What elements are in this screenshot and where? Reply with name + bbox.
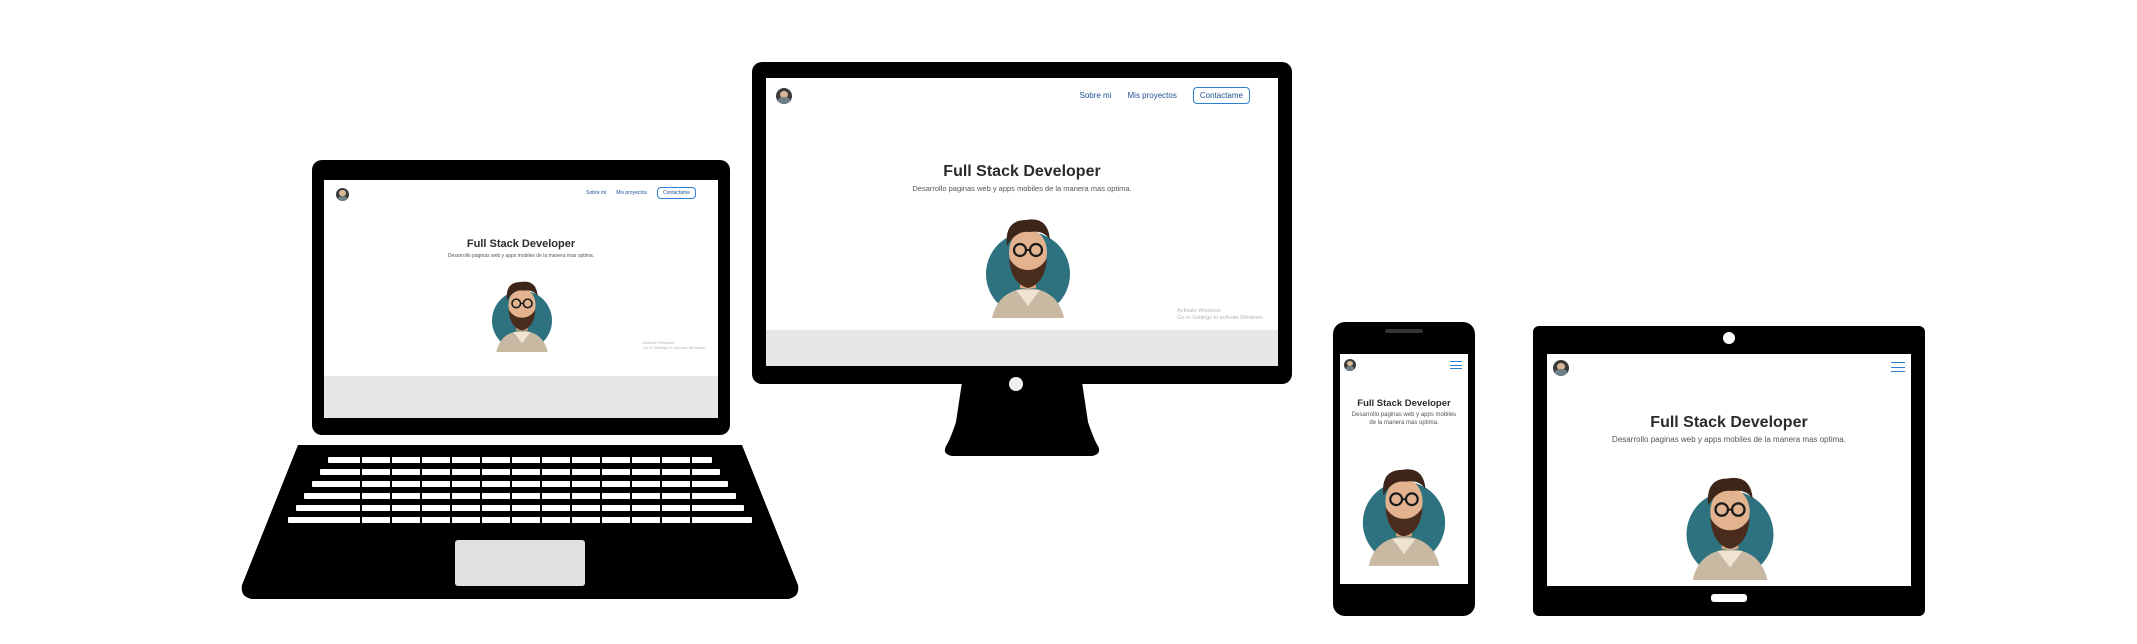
avatar-illustration	[1355, 456, 1453, 566]
site-logo[interactable]	[336, 188, 349, 201]
site-nav: Sobre mi Mis proyectos Contactame	[1079, 87, 1250, 104]
monitor-screen: Sobre mi Mis proyectos Contactame Full S…	[766, 78, 1278, 366]
menu-icon[interactable]	[1450, 361, 1462, 369]
tablet-frame: Full Stack Developer Desarrollo paginas …	[1533, 326, 1925, 616]
menu-icon[interactable]	[1891, 362, 1905, 372]
footer-band	[766, 330, 1278, 366]
laptop-device: Sobre mi Mis proyectos Contactame Full S…	[240, 160, 800, 600]
corner-watermark-line-1: Activate Windows	[1177, 308, 1221, 314]
hero-title: Full Stack Developer	[466, 238, 576, 250]
nav-link-about[interactable]: Sobre mi	[1079, 91, 1111, 100]
avatar-illustration	[1678, 464, 1782, 580]
corner-watermark: Activate Windows Go to Settings to activ…	[643, 340, 706, 350]
avatar-illustration	[486, 272, 558, 352]
hero-subtitle: Desarrollo paginas web y apps mobiles de…	[447, 253, 595, 259]
nav-link-projects[interactable]: Mis proyectos	[1128, 91, 1177, 100]
corner-watermark: Activate Windows Go to Settings to activ…	[1177, 308, 1264, 322]
site-logo[interactable]	[1553, 360, 1569, 376]
tablet-camera	[1723, 332, 1735, 344]
phone-screen: Full Stack Developer Desarrollo paginas …	[1340, 354, 1468, 584]
nav-link-projects[interactable]: Mis proyectos	[616, 190, 647, 196]
phone-speaker	[1385, 329, 1423, 333]
site-nav: Sobre mi Mis proyectos Contactame	[586, 187, 696, 199]
footer-band	[324, 376, 718, 418]
monitor-stand	[944, 377, 1100, 456]
phone-frame: Full Stack Developer Desarrollo paginas …	[1333, 322, 1475, 616]
hero-subtitle: Desarrollo paginas web y apps mobiles de…	[1351, 412, 1457, 426]
hero-subtitle: Desarrollo paginas web y apps mobiles de…	[912, 184, 1132, 193]
hero-subtitle: Desarrollo paginas web y apps mobiles de…	[1612, 435, 1846, 444]
tablet-screen: Full Stack Developer Desarrollo paginas …	[1547, 354, 1911, 586]
phone-device: Full Stack Developer Desarrollo paginas …	[1333, 322, 1475, 616]
corner-watermark-line-2: Go to Settings to activate Windows.	[1177, 314, 1264, 321]
corner-watermark-line-2: Go to Settings to activate Windows.	[642, 345, 706, 350]
nav-contact-button[interactable]: Contactame	[1192, 87, 1250, 104]
laptop-screen: Sobre mi Mis proyectos Contactame Full S…	[324, 180, 718, 418]
avatar-illustration	[978, 206, 1078, 318]
tablet-home-button	[1711, 594, 1747, 602]
hero-title: Full Stack Developer	[1650, 414, 1808, 431]
hero-title: Full Stack Developer	[1357, 398, 1451, 409]
nav-contact-button[interactable]: Contactame	[657, 187, 696, 199]
hero-title: Full Stack Developer	[943, 163, 1101, 180]
monitor-screen-frame: Sobre mi Mis proyectos Contactame Full S…	[752, 62, 1292, 384]
site-logo[interactable]	[776, 88, 792, 104]
laptop-screen-frame: Sobre mi Mis proyectos Contactame Full S…	[312, 160, 730, 435]
site-logo[interactable]	[1344, 359, 1356, 371]
laptop-keyboard-base	[241, 445, 799, 599]
tablet-device: Full Stack Developer Desarrollo paginas …	[1533, 326, 1925, 616]
nav-link-about[interactable]: Sobre mi	[586, 190, 606, 196]
desktop-monitor-device: Sobre mi Mis proyectos Contactame Full S…	[752, 62, 1292, 462]
